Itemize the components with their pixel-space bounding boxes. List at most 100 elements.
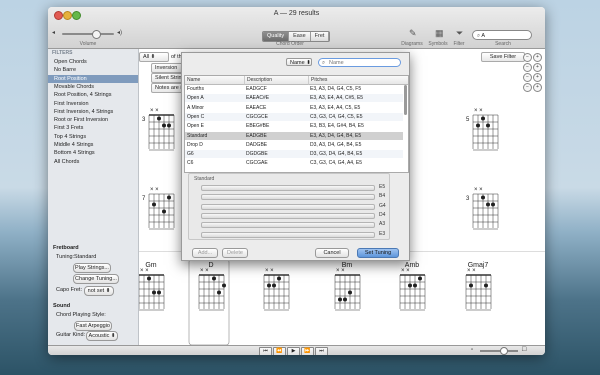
table-scrollbar[interactable] bbox=[404, 85, 407, 115]
finger-dot bbox=[491, 202, 495, 207]
add-tuning-button[interactable]: Add... bbox=[192, 248, 218, 258]
search-value: A bbox=[481, 33, 485, 39]
cell-desc: EBEG#BE bbox=[246, 123, 270, 130]
column-header-description[interactable]: Description bbox=[244, 76, 309, 85]
string-name-label: E5 bbox=[379, 184, 386, 190]
cell-pitches: E3, A3, E4, A4, C#5, E5 bbox=[310, 95, 364, 102]
sidebar-item[interactable]: Movable Chords bbox=[48, 83, 138, 91]
sidebar-item[interactable]: Root Position, 4 Strings bbox=[48, 91, 138, 99]
column-header-name[interactable]: Name bbox=[185, 76, 244, 85]
grid-icon[interactable]: ▦ bbox=[435, 28, 444, 39]
sidebar-item[interactable]: Bottom 4 Strings bbox=[48, 149, 138, 157]
capo-select[interactable]: not set ⬍ bbox=[84, 286, 114, 296]
finger-dot bbox=[222, 283, 226, 288]
cell-desc: DGDGBE bbox=[246, 151, 268, 158]
finger-dot bbox=[408, 283, 412, 288]
table-row[interactable]: Open A EAEAC#E E3, A3, E4, A4, C#5, E5 bbox=[185, 94, 403, 103]
sidebar-item[interactable]: No Barre bbox=[48, 66, 138, 74]
table-row[interactable]: Fourths EADGCF E3, A3, D4, G4, C5, F5 bbox=[185, 85, 403, 93]
cell-pitches: E3, A3, E4, A4, C5, E5 bbox=[310, 104, 361, 111]
tuning-search-input[interactable]: ⌕ Name bbox=[318, 58, 401, 67]
table-row[interactable]: Open C CGCGCE C3, G3, C4, G4, C5, E5 bbox=[185, 112, 403, 121]
segment-quality[interactable]: Quality bbox=[263, 32, 290, 41]
finger-dot bbox=[152, 202, 156, 207]
set-tuning-button[interactable]: Set Tuning bbox=[357, 248, 399, 258]
diagrams-label: Diagrams bbox=[401, 41, 423, 47]
sidebar-item[interactable]: First Inversion bbox=[48, 100, 138, 108]
sidebar-item[interactable]: Top 4 Strings bbox=[48, 133, 138, 141]
table-row[interactable]: C6 CGCGAE C3, G3, C4, G4, A4, E5 bbox=[185, 159, 403, 167]
first-button[interactable]: ⏮ bbox=[259, 347, 272, 355]
cell-name: Open E bbox=[187, 123, 204, 130]
finger-dot bbox=[486, 123, 490, 128]
cell-pitches: E3, A3, D4, G4, B4, E5 bbox=[310, 132, 362, 139]
finger-dot bbox=[157, 116, 161, 121]
finger-dot bbox=[277, 276, 281, 281]
pencil-icon[interactable]: ✎ bbox=[409, 28, 417, 39]
volume-slider-knob[interactable] bbox=[92, 30, 101, 39]
cell-pitches: D3, G3, D4, G4, B4, E5 bbox=[310, 151, 363, 158]
guitar-kind-select[interactable]: Acoustic ⬍ bbox=[86, 331, 118, 341]
toolbar: A — 29 results ◂ ◂) Volume Quality Ease Fr… bbox=[48, 7, 545, 49]
table-row[interactable]: Open E EBEG#BE E3, B3, E4, G#4, B4, E5 bbox=[185, 122, 403, 130]
forward-button[interactable]: ⏩ bbox=[301, 347, 314, 355]
table-row[interactable]: Drop D DADGBE D3, A3, D4, G4, B4, E5 bbox=[185, 141, 403, 149]
cancel-button[interactable]: Cancel bbox=[315, 248, 349, 258]
string-pitch-slider[interactable] bbox=[201, 185, 375, 191]
string-pitch-slider[interactable] bbox=[201, 212, 375, 219]
volume-slider[interactable] bbox=[62, 33, 114, 35]
tuning-editor: Standard E5 B4 G4 D4 A3 E3 bbox=[188, 173, 390, 240]
filter-label: Filter bbox=[453, 41, 465, 47]
table-row[interactable]: G6 DGDGBE D3, G3, D4, G4, B4, E5 bbox=[185, 150, 403, 159]
sidebar-item[interactable]: First Inversion, 4 Strings bbox=[48, 108, 138, 116]
delete-tuning-button[interactable]: Delete bbox=[222, 248, 248, 258]
zoom-in-icon: □ bbox=[522, 346, 527, 353]
cell-desc: CGCGAE bbox=[246, 160, 268, 167]
zoom-slider[interactable] bbox=[480, 350, 518, 352]
sidebar-item[interactable]: Open Chords bbox=[48, 58, 138, 66]
capo-label: Capo Fret: bbox=[56, 287, 82, 293]
sidebar-item[interactable]: All Chords bbox=[48, 158, 138, 166]
sort-by-select[interactable]: Name ⬍ bbox=[286, 58, 312, 66]
fret-number: 3 bbox=[466, 196, 470, 202]
bottom-bar: ⏮ ⏪ ▶ ⏩ ⏭ ▫ □ bbox=[48, 345, 545, 355]
play-strings-button[interactable]: Play Strings... bbox=[73, 263, 111, 273]
finger-dot bbox=[152, 290, 156, 295]
muted-string-mark: × × bbox=[474, 108, 483, 114]
table-row[interactable]: Standard EADGBE E3, A3, D4, G4, B4, E5 bbox=[185, 131, 403, 140]
string-pitch-slider[interactable] bbox=[201, 231, 375, 238]
finger-dot bbox=[162, 209, 166, 214]
zoom-slider-knob[interactable] bbox=[500, 347, 508, 355]
column-header-pitches[interactable]: Pitches bbox=[308, 76, 408, 85]
finger-dot bbox=[481, 116, 485, 121]
chord-name: Amb bbox=[405, 262, 420, 269]
finger-dot bbox=[413, 283, 417, 288]
change-tuning-button[interactable]: Change Tuning... bbox=[73, 274, 119, 284]
last-button[interactable]: ⏭ bbox=[315, 347, 328, 355]
finger-dot bbox=[267, 283, 271, 288]
segment-fret[interactable]: Fret bbox=[310, 32, 330, 41]
segment-ease[interactable]: Ease bbox=[289, 32, 311, 41]
sidebar-item[interactable]: Root Position bbox=[48, 74, 138, 83]
guitar-kind-label: Guitar Kind: bbox=[56, 332, 86, 338]
finger-dot bbox=[343, 297, 347, 302]
search-icon: ⌕ bbox=[322, 60, 326, 66]
string-pitch-slider[interactable] bbox=[201, 203, 375, 210]
sidebar-item[interactable]: Middle 4 Strings bbox=[48, 141, 138, 149]
volume-label: Volume bbox=[79, 41, 97, 47]
cell-desc: EAEACE bbox=[246, 104, 267, 111]
sidebar-item[interactable]: Root or First Inversion bbox=[48, 116, 138, 124]
sidebar-item[interactable]: First 3 Frets bbox=[48, 124, 138, 132]
play-button[interactable]: ▶ bbox=[287, 347, 300, 355]
playing-style-select[interactable]: Fast Arpeggio ⬍ bbox=[74, 321, 112, 337]
funnel-icon[interactable]: ⏷ bbox=[456, 28, 463, 39]
sort-by-value: Name bbox=[290, 60, 305, 66]
cell-desc: EAEAC#E bbox=[246, 95, 270, 102]
rewind-button[interactable]: ⏪ bbox=[273, 347, 286, 355]
search-icon: ⌕ bbox=[477, 33, 481, 39]
search-field[interactable]: ⌕ A bbox=[472, 30, 532, 40]
table-row[interactable]: A Minor EAEACE E3, A3, E4, A4, C5, E5 bbox=[185, 104, 403, 112]
string-pitch-slider[interactable] bbox=[201, 222, 375, 229]
string-pitch-slider[interactable] bbox=[201, 194, 375, 201]
cell-desc: EADGBE bbox=[246, 132, 267, 139]
